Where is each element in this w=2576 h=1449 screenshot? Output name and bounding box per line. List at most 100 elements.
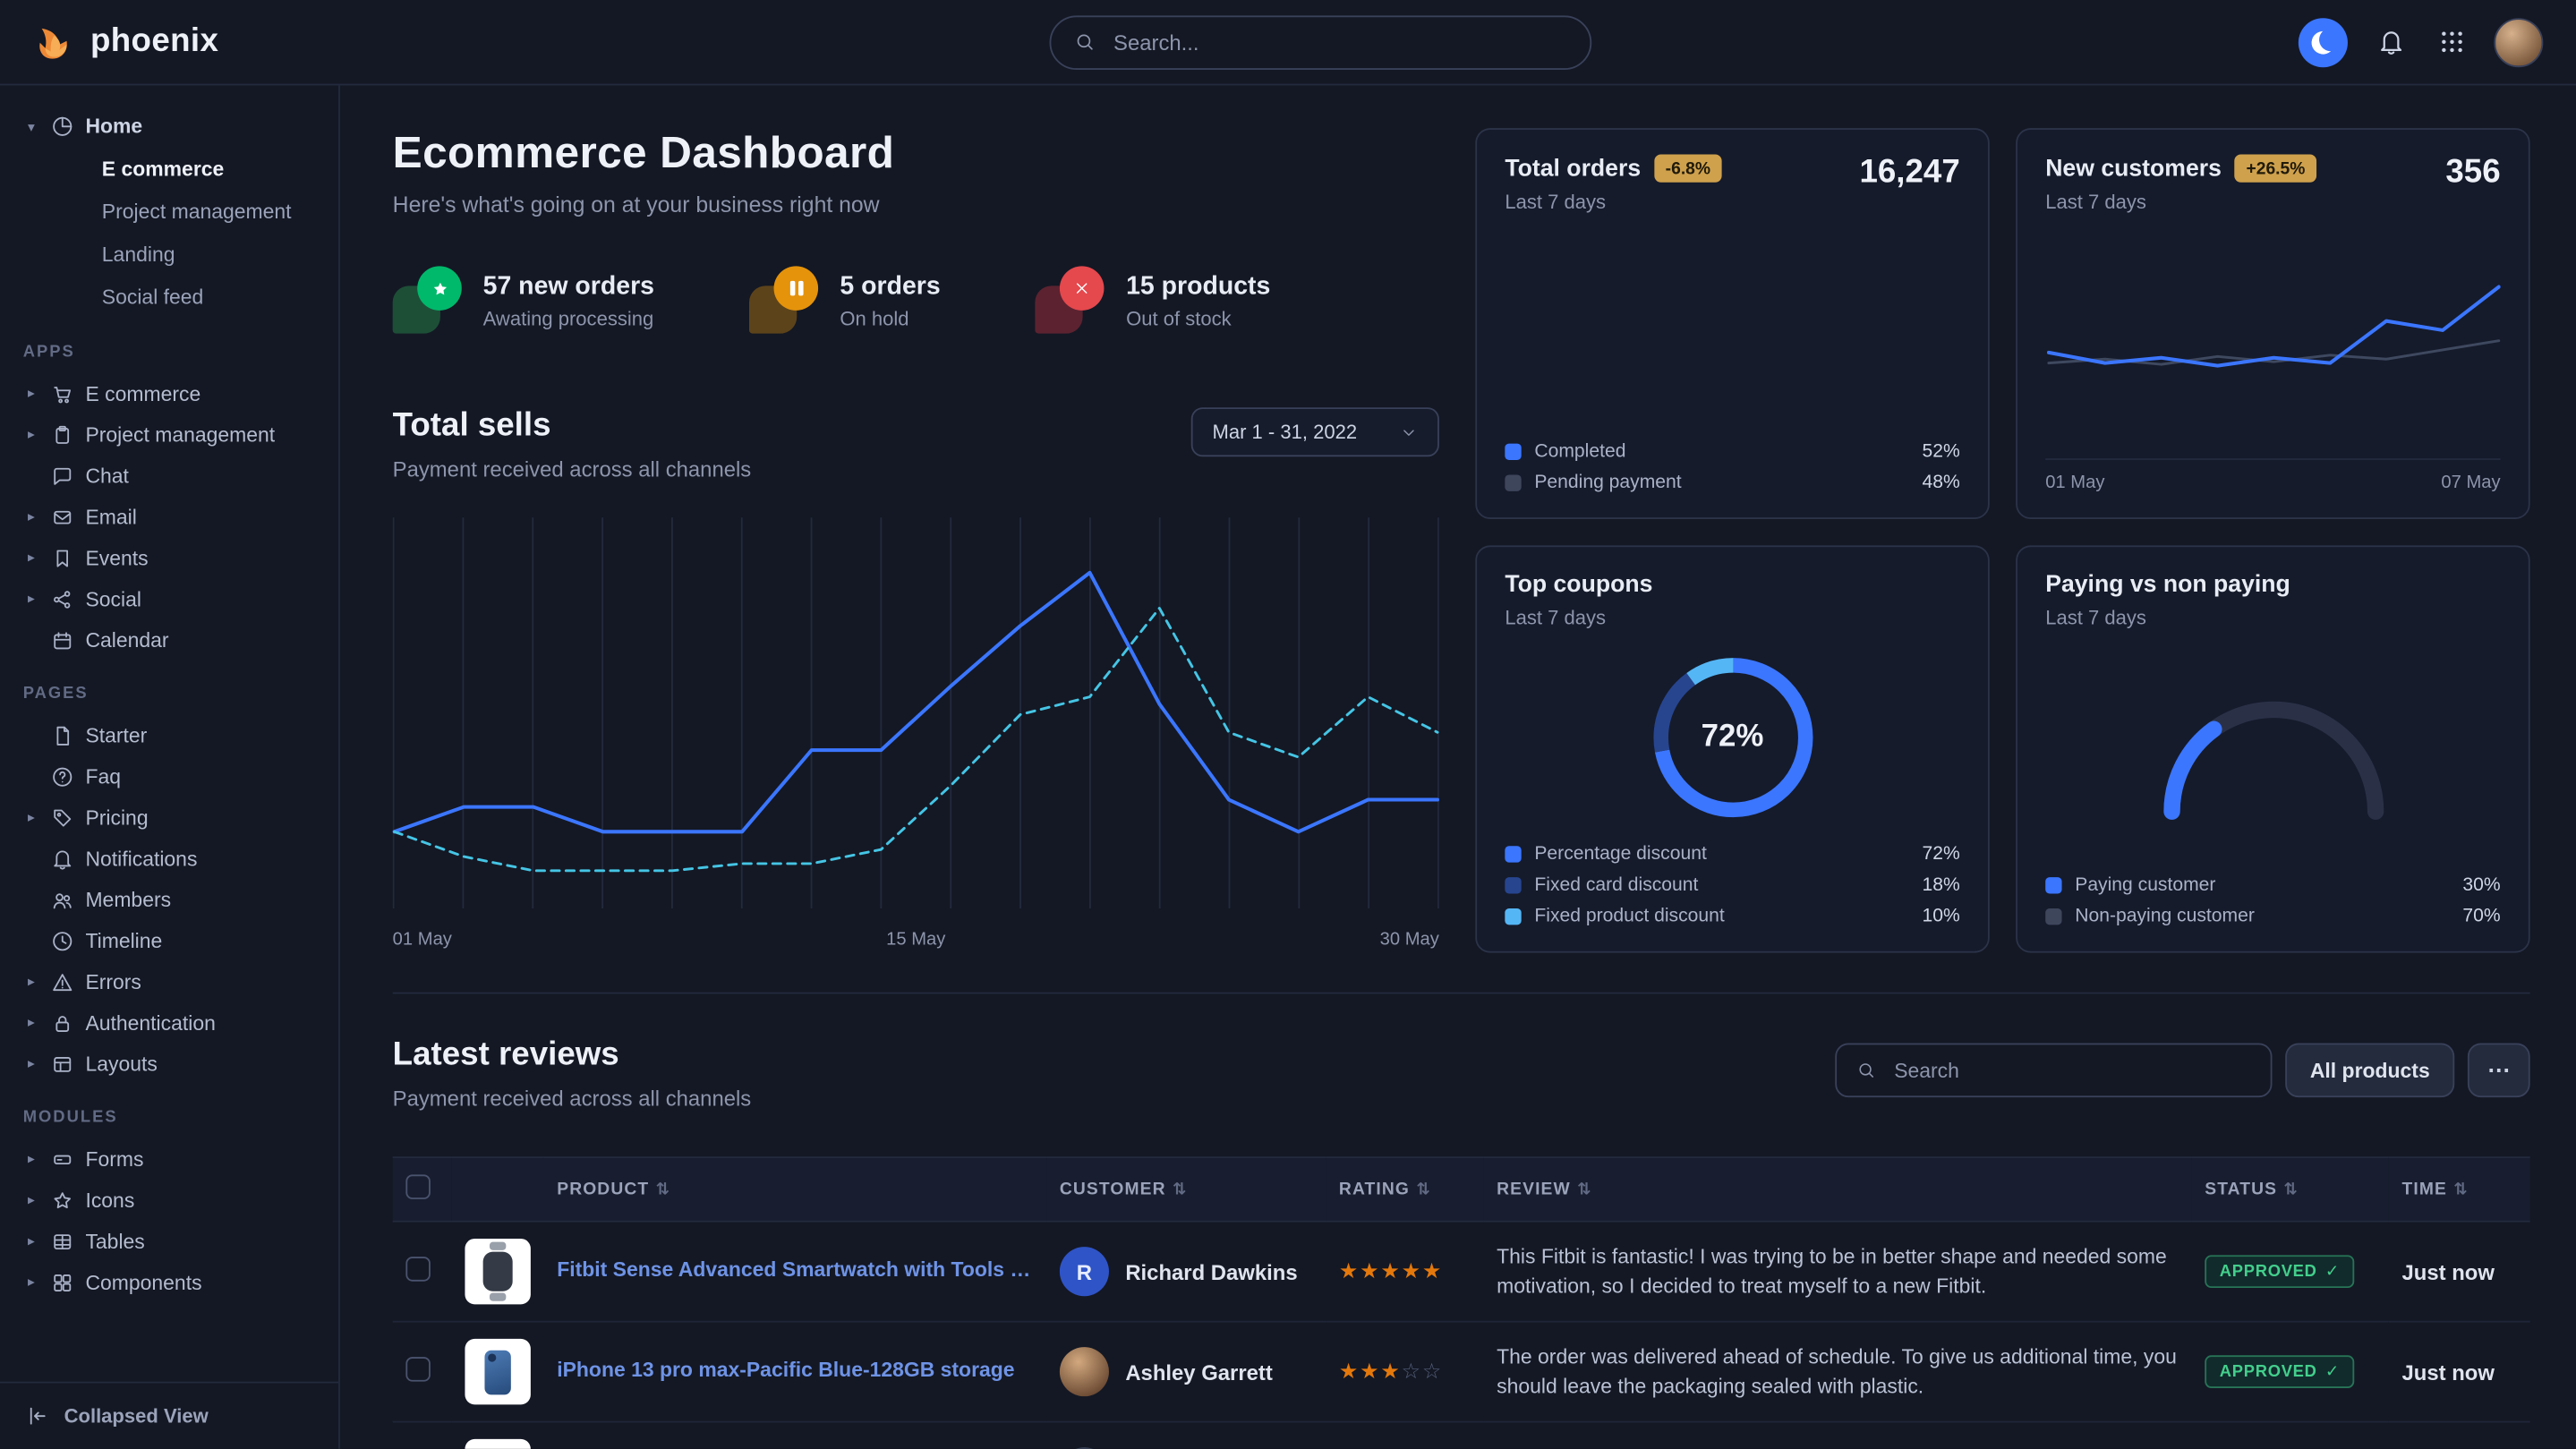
row-checkbox[interactable] xyxy=(405,1257,431,1282)
sidebar-item-notifications[interactable]: ▸Notifications xyxy=(0,838,338,879)
sidebar-item-label: E commerce xyxy=(85,382,200,405)
sidebar-item-components[interactable]: ▸Components xyxy=(0,1262,338,1303)
star-icon: ☆ xyxy=(1402,1359,1422,1384)
star-icon: ★ xyxy=(1339,1359,1360,1384)
table-row-partial xyxy=(393,1422,2530,1449)
reviews-search[interactable] xyxy=(1835,1044,2272,1098)
legend-swatch xyxy=(1505,474,1521,490)
legend-value: 18% xyxy=(1922,875,1959,895)
sidebar-item-timeline[interactable]: ▸Timeline xyxy=(0,920,338,961)
legend-swatch xyxy=(2045,877,2061,893)
x-label: 01 May xyxy=(393,930,452,950)
all-products-button[interactable]: All products xyxy=(2285,1044,2454,1098)
section-label: MODULES xyxy=(0,1084,338,1138)
sidebar-item-social-feed[interactable]: Social feed xyxy=(0,276,338,319)
column-header-time[interactable]: TIME⇅ xyxy=(2389,1157,2530,1222)
sidebar-item-authentication[interactable]: ▸Authentication xyxy=(0,1002,338,1044)
section-title: Total sells xyxy=(393,407,752,445)
sidebar-item-faq[interactable]: ▸Faq xyxy=(0,755,338,797)
sort-icon: ⇅ xyxy=(1416,1181,1430,1199)
card-period: Last 7 days xyxy=(1505,606,1652,629)
notifications-button[interactable] xyxy=(2372,24,2408,60)
theme-toggle-button[interactable] xyxy=(2299,17,2348,66)
sidebar-item-label: Timeline xyxy=(85,929,162,952)
sidebar-item-label: Calendar xyxy=(85,628,168,652)
sidebar-item-email[interactable]: ▸Email xyxy=(0,496,338,537)
sidebar-item-calendar[interactable]: ▸Calendar xyxy=(0,619,338,661)
row-checkbox[interactable] xyxy=(405,1357,431,1382)
search-icon xyxy=(1074,30,1096,54)
sidebar-item-forms[interactable]: ▸Forms xyxy=(0,1138,338,1180)
legend-swatch xyxy=(1505,846,1521,862)
sidebar-item-social[interactable]: ▸Social xyxy=(0,578,338,619)
legend-swatch xyxy=(1505,444,1521,460)
sidebar-item-project-management[interactable]: ▸Project management xyxy=(0,414,338,456)
sidebar-item-starter[interactable]: ▸Starter xyxy=(0,714,338,755)
star-icon: ★ xyxy=(1402,1258,1422,1283)
collapse-view-button[interactable]: Collapsed View xyxy=(0,1382,338,1449)
sidebar-item-label: Notifications xyxy=(85,847,197,870)
clock-icon xyxy=(51,929,74,952)
quick-stats: 57 new orders Awating processing 5 order… xyxy=(393,266,1439,335)
legend-swatch xyxy=(2045,908,2061,925)
more-options-button[interactable]: ⋯ xyxy=(2468,1044,2530,1098)
x-axis-labels: 01 May 07 May xyxy=(2045,458,2500,493)
star-icon: ★ xyxy=(1380,1258,1401,1283)
new-customers-chart xyxy=(2045,214,2500,458)
brand[interactable]: phoenix xyxy=(33,21,219,64)
column-header-rating[interactable]: RATING⇅ xyxy=(1326,1157,1483,1222)
stat-value: 15 products xyxy=(1126,272,1270,302)
sidebar-item-e-commerce[interactable]: ▸E commerce xyxy=(0,373,338,414)
pause-icon xyxy=(790,281,803,296)
sidebar-item-chat[interactable]: ▸Chat xyxy=(0,455,338,496)
user-avatar[interactable] xyxy=(2494,17,2543,66)
share-icon xyxy=(51,587,74,610)
sidebar-item-label: Icons xyxy=(85,1189,134,1212)
status-badge: APPROVED✓ xyxy=(2205,1355,2354,1388)
sort-icon: ⇅ xyxy=(1173,1181,1187,1199)
sidebar-item-landing[interactable]: Landing xyxy=(0,234,338,277)
sidebar-item-label: Starter xyxy=(85,724,147,747)
phoenix-logo-icon xyxy=(33,21,76,64)
global-search[interactable] xyxy=(1050,15,1592,70)
x-label: 01 May xyxy=(2045,473,2104,493)
sidebar-item-home[interactable]: ▾ Home xyxy=(0,105,338,148)
table-row[interactable]: iPhone 13 pro max-Pacific Blue-128GB sto… xyxy=(393,1322,2530,1422)
caret-right-icon: ▸ xyxy=(23,590,39,608)
caret-right-icon: ▸ xyxy=(23,549,39,567)
search-input[interactable] xyxy=(1110,28,1566,55)
select-all-checkbox[interactable] xyxy=(405,1174,431,1199)
sidebar-item-icons[interactable]: ▸Icons xyxy=(0,1180,338,1221)
product-link[interactable]: Fitbit Sense Advanced Smartwatch with To… xyxy=(557,1257,1033,1281)
column-header-product[interactable]: PRODUCT⇅ xyxy=(544,1157,1047,1222)
column-header-status[interactable]: STATUS⇅ xyxy=(2192,1157,2389,1222)
sidebar-item-label: Email xyxy=(85,505,136,528)
mail-icon xyxy=(51,505,74,528)
sidebar-item-tables[interactable]: ▸ Tables xyxy=(0,1221,338,1262)
table-row[interactable]: Fitbit Sense Advanced Smartwatch with To… xyxy=(393,1222,2530,1322)
stat-new-orders: 57 new orders Awating processing xyxy=(393,266,654,335)
legend-label: Percentage discount xyxy=(1534,844,1706,864)
date-range-select[interactable]: Mar 1 - 31, 2022 xyxy=(1191,407,1439,456)
caret-right-icon: ▸ xyxy=(23,1054,39,1072)
star-icon xyxy=(51,1189,74,1212)
sidebar-item-errors[interactable]: ▸Errors xyxy=(0,961,338,1002)
legend-label: Completed xyxy=(1534,442,1625,462)
sidebar-item-project-management[interactable]: Project management xyxy=(0,191,338,234)
reviews-search-input[interactable] xyxy=(1891,1057,2251,1083)
column-header-review[interactable]: REVIEW⇅ xyxy=(1483,1157,2191,1222)
sidebar-item-events[interactable]: ▸Events xyxy=(0,537,338,578)
section-label: PAGES xyxy=(0,661,338,715)
legend-value: 30% xyxy=(2462,875,2500,895)
sidebar-item-members[interactable]: ▸Members xyxy=(0,879,338,920)
sidebar-item-label: Tables xyxy=(85,1230,144,1253)
apps-grid-button[interactable] xyxy=(2433,24,2469,60)
sidebar-item-pricing[interactable]: ▸Pricing xyxy=(0,797,338,838)
sidebar-item-e-commerce[interactable]: E commerce xyxy=(0,148,338,191)
product-art xyxy=(483,1252,513,1291)
product-link[interactable]: iPhone 13 pro max-Pacific Blue-128GB sto… xyxy=(557,1358,1014,1381)
column-header-customer[interactable]: CUSTOMER⇅ xyxy=(1046,1157,1326,1222)
sidebar-item-layouts[interactable]: ▸Layouts xyxy=(0,1044,338,1085)
caret-right-icon: ▸ xyxy=(23,1232,39,1250)
caret-right-icon: ▸ xyxy=(23,1150,39,1168)
